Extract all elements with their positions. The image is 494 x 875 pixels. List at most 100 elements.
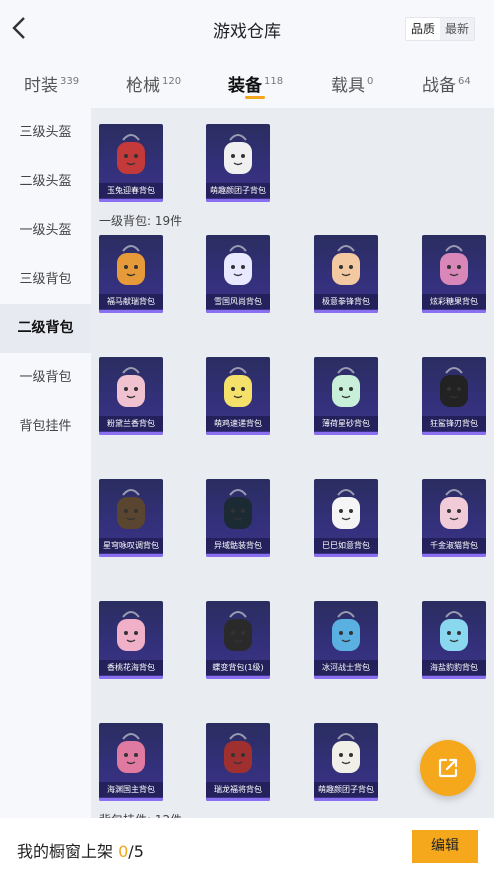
tab-supplies[interactable]: 战备 64 — [422, 71, 471, 96]
backpack-icon — [440, 245, 468, 285]
sidebar: 三级头盔 二级头盔 一级头盔 三级背包 二级背包 一级背包 背包挂件 — [0, 108, 91, 818]
sidebar-item-backpack-charm[interactable]: 背包挂件 — [0, 402, 91, 451]
tab-count: 120 — [162, 76, 182, 87]
rarity-bar — [314, 798, 378, 801]
rarity-bar — [314, 310, 378, 313]
item-card[interactable]: 千金淑猫背包 — [422, 479, 486, 557]
item-name: 星穹咏叹调背包 — [99, 538, 163, 553]
item-card[interactable]: 异域骷装背包 — [206, 479, 270, 557]
item-card[interactable]: 海盐豹豹背包 — [422, 601, 486, 679]
showcase-total: /5 — [128, 842, 144, 861]
sidebar-item-backpack-lv2[interactable]: 二级背包 — [0, 304, 91, 353]
backpack-icon — [224, 611, 252, 651]
rarity-bar — [314, 554, 378, 557]
item-card[interactable]: 萌趣颜团子背包 — [206, 124, 270, 202]
edit-button[interactable]: 编辑 — [412, 830, 478, 863]
item-card[interactable]: 巳巳如意背包 — [314, 479, 378, 557]
share-button[interactable] — [420, 740, 476, 796]
item-card[interactable]: 星穹咏叹调背包 — [99, 479, 163, 557]
item-name: 异域骷装背包 — [206, 538, 270, 553]
sidebar-item-backpack-lv3[interactable]: 三级背包 — [0, 255, 91, 304]
rarity-bar — [314, 432, 378, 435]
rarity-bar — [99, 199, 163, 202]
tab-weapons[interactable]: 枪械 120 — [126, 71, 181, 96]
rarity-bar — [99, 432, 163, 435]
sidebar-item-helmet-lv3[interactable]: 三级头盔 — [0, 108, 91, 157]
tab-count: 339 — [60, 76, 80, 87]
backpack-icon — [332, 611, 360, 651]
item-card[interactable]: 香桃花海背包 — [99, 601, 163, 679]
group-label: 背包挂件: 12件 — [99, 811, 182, 818]
item-name: 海盐豹豹背包 — [422, 660, 486, 675]
item-name: 雪国风尚背包 — [206, 294, 270, 309]
item-name: 巳巳如意背包 — [314, 538, 378, 553]
item-card[interactable]: 冰河战士背包 — [314, 601, 378, 679]
rarity-bar — [314, 676, 378, 679]
backpack-icon — [224, 733, 252, 773]
tab-vehicles[interactable]: 载具 0 — [331, 71, 373, 96]
rarity-bar — [206, 199, 270, 202]
rarity-bar — [422, 554, 486, 557]
item-name: 萌鸡速递背包 — [206, 416, 270, 431]
item-name: 瑞龙福将背包 — [206, 782, 270, 797]
backpack-icon — [440, 367, 468, 407]
tab-equipment[interactable]: 装备 118 — [228, 71, 283, 96]
backpack-icon — [117, 733, 145, 773]
tab-count: 118 — [264, 76, 284, 87]
backpack-icon — [224, 245, 252, 285]
item-card[interactable]: 薄荷星砂背包 — [314, 357, 378, 435]
item-card[interactable]: 瑞龙福将背包 — [206, 723, 270, 801]
item-name: 玉兔迎春背包 — [99, 183, 163, 198]
tab-label: 载具 — [331, 76, 365, 96]
item-name: 薄荷星砂背包 — [314, 416, 378, 431]
sort-option-quality[interactable]: 品质 — [406, 18, 441, 40]
item-card[interactable]: 蝶变背包(1级) — [206, 601, 270, 679]
tab-fashion[interactable]: 时装 339 — [24, 71, 79, 96]
item-card[interactable]: 狂鲨锋刃背包 — [422, 357, 486, 435]
category-tabs: 时装 339 枪械 120 装备 118 载具 0 战备 64 — [0, 58, 494, 108]
backpack-icon — [117, 367, 145, 407]
backpack-icon — [224, 367, 252, 407]
item-card[interactable]: 萌趣颜团子背包 — [314, 723, 378, 801]
sidebar-item-helmet-lv2[interactable]: 二级头盔 — [0, 157, 91, 206]
rarity-bar — [206, 432, 270, 435]
rarity-bar — [99, 310, 163, 313]
item-name: 香桃花海背包 — [99, 660, 163, 675]
backpack-icon — [224, 134, 252, 174]
backpack-icon — [117, 611, 145, 651]
rarity-bar — [422, 432, 486, 435]
item-name: 炫彩糖果背包 — [422, 294, 486, 309]
sidebar-item-helmet-lv1[interactable]: 一级头盔 — [0, 206, 91, 255]
item-card[interactable]: 福马献瑞背包 — [99, 235, 163, 313]
rarity-bar — [99, 676, 163, 679]
rarity-bar — [99, 554, 163, 557]
footer-bar: 我的橱窗上架 0/5 编辑 — [0, 818, 494, 875]
external-link-icon — [438, 758, 458, 778]
rarity-bar — [422, 676, 486, 679]
item-name: 萌趣颜团子背包 — [314, 782, 378, 797]
backpack-icon — [117, 489, 145, 529]
rarity-bar — [206, 798, 270, 801]
tab-count: 0 — [367, 76, 374, 87]
item-name: 千金淑猫背包 — [422, 538, 486, 553]
sort-option-latest[interactable]: 最新 — [440, 18, 474, 40]
item-name: 粉黛兰香背包 — [99, 416, 163, 431]
item-name: 福马献瑞背包 — [99, 294, 163, 309]
item-card[interactable]: 粉黛兰香背包 — [99, 357, 163, 435]
item-card[interactable]: 玉兔迎春背包 — [99, 124, 163, 202]
item-card[interactable]: 炫彩糖果背包 — [422, 235, 486, 313]
item-name: 极意拳锋背包 — [314, 294, 378, 309]
showcase-label: 我的橱窗上架 — [17, 842, 114, 861]
backpack-icon — [117, 245, 145, 285]
item-card[interactable]: 雪国风尚背包 — [206, 235, 270, 313]
item-name: 狂鲨锋刃背包 — [422, 416, 486, 431]
tab-count: 64 — [458, 76, 471, 87]
item-card[interactable]: 萌鸡速递背包 — [206, 357, 270, 435]
item-card[interactable]: 极意拳锋背包 — [314, 235, 378, 313]
rarity-bar — [99, 798, 163, 801]
item-card[interactable]: 海渊国主背包 — [99, 723, 163, 801]
backpack-icon — [332, 367, 360, 407]
active-tab-indicator — [245, 96, 265, 99]
backpack-icon — [332, 489, 360, 529]
sidebar-item-backpack-lv1[interactable]: 一级背包 — [0, 353, 91, 402]
